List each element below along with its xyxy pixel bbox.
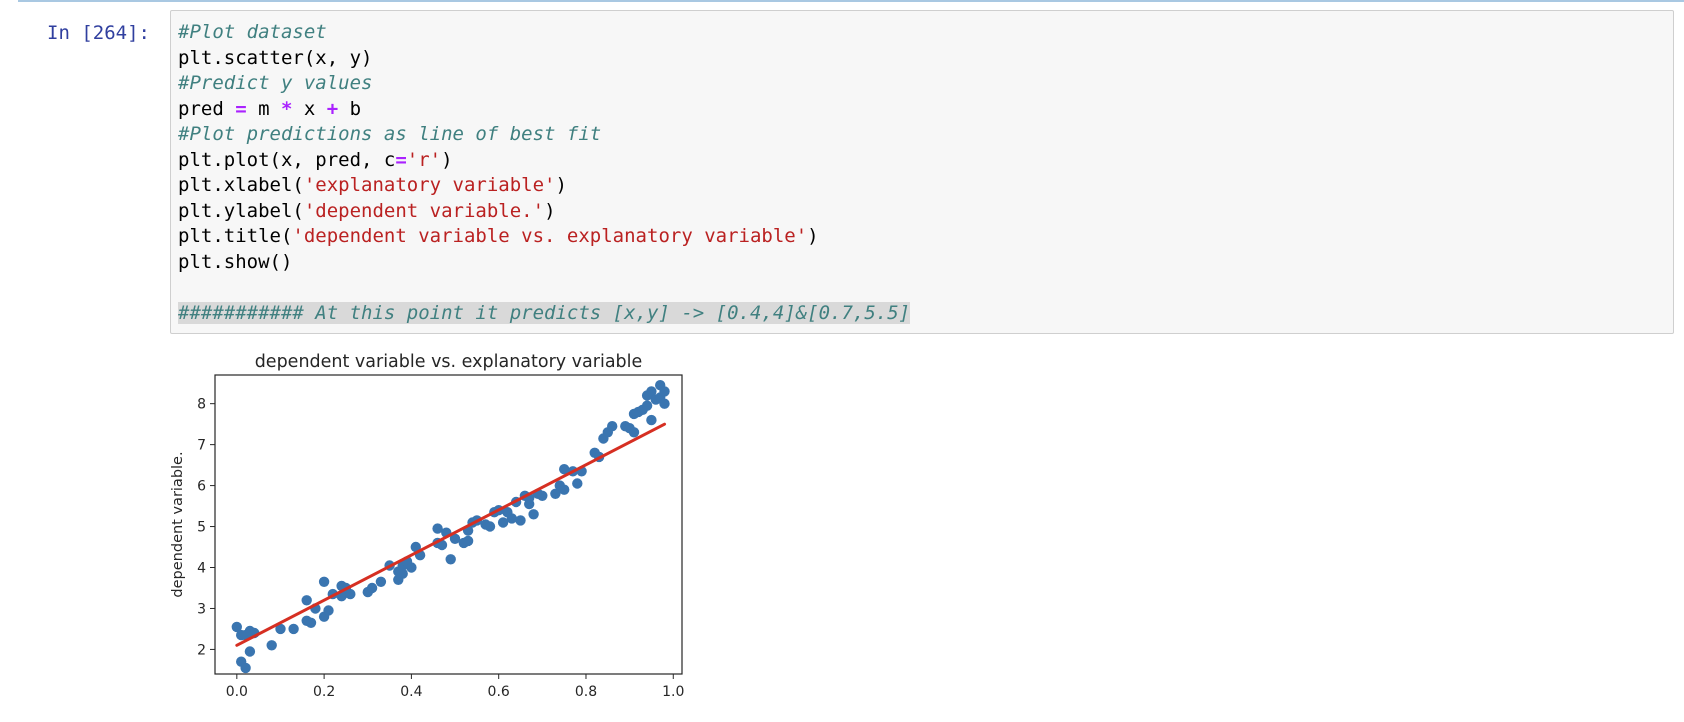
data-point (462, 535, 474, 547)
code-token: b (338, 97, 362, 120)
data-point (537, 490, 548, 501)
code-token: #Predict y values (178, 72, 373, 94)
best-fit-line (235, 422, 667, 647)
code-token: 'r' (406, 148, 442, 171)
x-tick-label: 1.0 (662, 684, 684, 700)
code-editor[interactable]: #Plot dataset plt.scatter(x, y) #Predict y… (170, 10, 1674, 334)
scatter-plot: dependent variable vs. explanatory varia… (170, 352, 684, 700)
data-point (406, 562, 417, 573)
data-point (244, 646, 256, 657)
fit-line (235, 422, 667, 647)
input-prompt: In [264]: (47, 22, 150, 44)
y-tick-label: 7 (197, 438, 206, 454)
x-tick-label: 0.4 (400, 684, 422, 700)
x-tick-label: 0.6 (488, 684, 510, 700)
data-point (572, 478, 583, 489)
scatter-points (231, 380, 670, 674)
data-point (628, 427, 640, 438)
code-token: m (246, 97, 281, 120)
code-token: #Plot predictions as line of best fit (178, 123, 602, 145)
data-point (318, 576, 330, 587)
data-point (445, 554, 456, 565)
code-token: ) (807, 225, 819, 247)
x-tick-label: 0.2 (313, 684, 335, 700)
code-line: plt.plot(x, pred, c='r') (178, 148, 910, 174)
code-token: plt.show() (178, 250, 293, 273)
code-line: #Plot predictions as line of best fit (178, 122, 910, 148)
code-token: * (280, 97, 293, 120)
data-point (375, 576, 387, 587)
y-tick-label: 4 (197, 561, 206, 577)
chart-title: dependent variable vs. explanatory varia… (255, 352, 643, 372)
code-token: = (235, 97, 247, 120)
code-token: plt.scatter(x, y) (178, 46, 373, 69)
code-text[interactable]: #Plot dataset plt.scatter(x, y) #Predict y… (178, 20, 911, 327)
y-tick-label: 2 (197, 642, 206, 658)
data-point (659, 386, 670, 397)
code-line: plt.title('dependent variable vs. explan… (178, 224, 910, 250)
data-point (288, 623, 299, 635)
data-point (240, 662, 251, 674)
data-point (266, 640, 277, 651)
data-point (323, 605, 334, 616)
data-point (506, 513, 517, 524)
code-line: plt.scatter(x, y) (178, 46, 910, 72)
code-token: 'dependent variable vs. explanatory vari… (292, 225, 808, 247)
code-line: ########### At this point it predicts [x… (178, 301, 911, 327)
code-line: #Plot dataset (178, 20, 910, 46)
code-line: plt.xlabel('explanatory variable') (178, 173, 910, 199)
code-line: plt.ylabel('dependent variable.') (178, 199, 910, 225)
code-token: ########### At this point it predicts [x… (178, 301, 911, 324)
code-token: #Plot dataset (178, 21, 327, 43)
data-point (301, 595, 312, 606)
data-point (559, 484, 570, 495)
data-point (345, 588, 356, 600)
y-axis-label: dependent variable. (170, 451, 186, 597)
code-line: pred = m * x + b (178, 97, 910, 123)
code-token: plt.title( (178, 225, 293, 247)
y-tick-label: 6 (197, 479, 206, 495)
data-point (607, 421, 618, 432)
code-token: 'dependent variable.' (303, 199, 545, 222)
x-tick-label: 0.8 (575, 684, 597, 700)
y-tick-label: 5 (197, 520, 206, 536)
code-token: = (395, 148, 407, 171)
code-line: plt.show() (178, 250, 910, 276)
code-token: + (326, 97, 339, 120)
data-point (646, 414, 657, 426)
y-tick-label: 8 (197, 397, 206, 413)
data-point (305, 617, 317, 628)
code-line: #Predict y values (178, 71, 910, 97)
data-point (659, 398, 670, 409)
data-point (484, 521, 496, 532)
data-point (528, 509, 539, 520)
code-token: pred (178, 97, 236, 120)
y-tick-label: 3 (197, 601, 206, 617)
code-token: x (292, 97, 327, 120)
code-token: ) (544, 199, 556, 222)
code-token: ) (441, 148, 453, 171)
code-token: plt.plot(x, pred, c (178, 148, 396, 171)
code-token: 'explanatory variable' (303, 174, 556, 196)
code-token: plt.ylabel( (178, 199, 304, 222)
data-point (244, 625, 256, 637)
data-point (641, 400, 653, 411)
data-point (366, 582, 378, 594)
code-token: plt.xlabel( (178, 174, 304, 196)
code-token: ) (555, 174, 567, 196)
cell-output: dependent variable vs. explanatory varia… (170, 344, 770, 722)
cell-selection-bar (18, 0, 1684, 2)
x-tick-label: 0.0 (226, 684, 248, 700)
data-point (515, 515, 526, 526)
